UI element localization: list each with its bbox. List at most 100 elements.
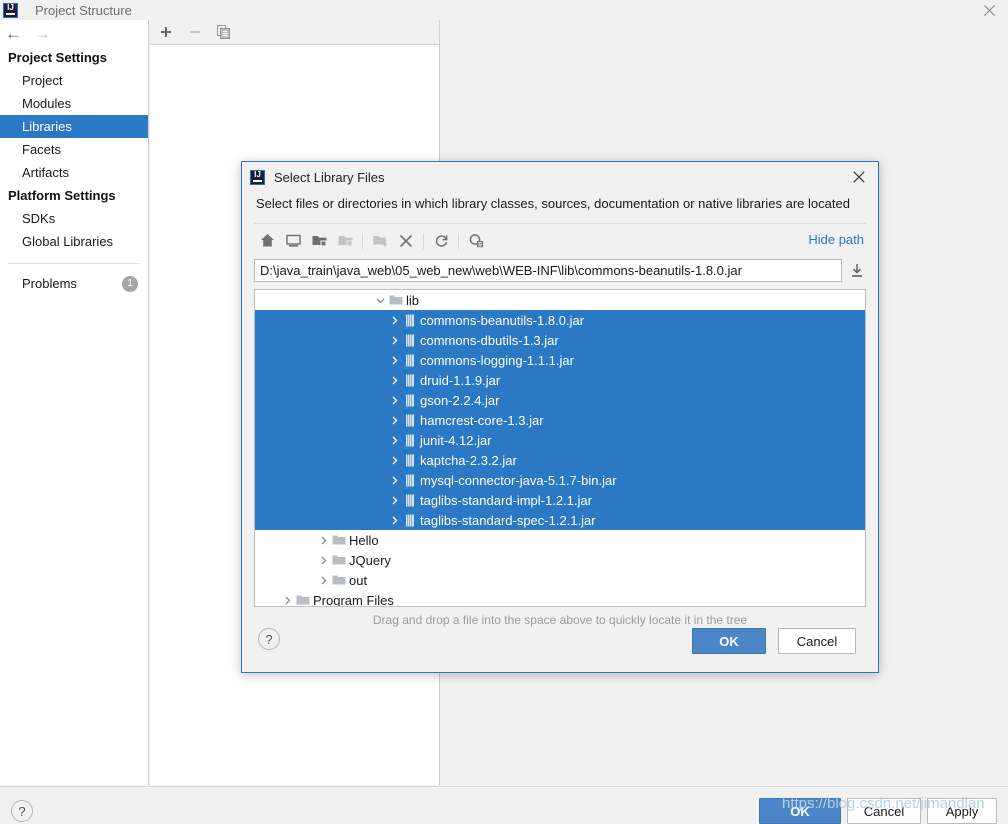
refresh-icon[interactable] (428, 230, 454, 252)
sidebar-item-sdks[interactable]: SDKs (0, 207, 148, 230)
show-hidden-files-icon[interactable] (463, 230, 489, 252)
tree-row-label: Hello (349, 532, 379, 548)
tree-row[interactable]: JQuery (255, 550, 865, 570)
tree-row[interactable]: taglibs-standard-impl-1.2.1.jar (255, 490, 865, 510)
chevron-right-icon[interactable] (281, 594, 294, 607)
arrow-right-icon[interactable]: → (34, 25, 51, 42)
toolbar-divider (362, 232, 363, 249)
download-icon[interactable] (848, 260, 866, 282)
sidebar-group-platform-settings: Platform Settings (8, 188, 116, 203)
intellij-idea-logo (3, 2, 18, 18)
sidebar-item-modules[interactable]: Modules (0, 92, 148, 115)
tree-row-label: taglibs-standard-impl-1.2.1.jar (420, 492, 592, 508)
chevron-right-icon[interactable] (388, 394, 401, 407)
chevron-right-icon[interactable] (317, 554, 330, 567)
arrow-left-icon[interactable]: ← (5, 25, 22, 42)
sidebar-item-global-libraries[interactable]: Global Libraries (0, 230, 148, 253)
tree-row-label: JQuery (349, 552, 391, 568)
plus-icon[interactable] (158, 24, 174, 40)
window-titlebar: Project Structure (0, 0, 1008, 20)
intellij-idea-logo (250, 169, 265, 185)
expand-folder-icon[interactable] (306, 230, 332, 252)
path-input[interactable] (254, 259, 842, 282)
tree-row-label: lib (406, 292, 420, 308)
close-icon[interactable] (976, 0, 1002, 20)
jar-icon (401, 493, 418, 507)
chevron-right-icon[interactable] (317, 574, 330, 587)
chevron-right-icon[interactable] (388, 354, 401, 367)
tree-row-label: hamcrest-core-1.3.jar (420, 412, 544, 428)
tree-row-label: kaptcha-2.3.2.jar (420, 452, 517, 468)
sidebar-item-libraries[interactable]: Libraries (0, 115, 148, 138)
new-folder-icon (367, 230, 393, 252)
chevron-right-icon[interactable] (388, 334, 401, 347)
cancel-button[interactable]: Cancel (847, 798, 921, 824)
copy-icon[interactable] (216, 24, 232, 40)
tree-row[interactable]: kaptcha-2.3.2.jar (255, 450, 865, 470)
question-mark-icon[interactable]: ? (258, 628, 280, 650)
project-structure-window: Project Structure ← → Project Settings P… (0, 0, 1008, 824)
tree-row-label: mysql-connector-java-5.1.7-bin.jar (420, 472, 617, 488)
chevron-right-icon[interactable] (388, 414, 401, 427)
apply-button[interactable]: Apply (927, 798, 997, 824)
sidebar-item-project[interactable]: Project (0, 69, 148, 92)
jar-icon (401, 333, 418, 347)
tree-row[interactable]: druid-1.1.9.jar (255, 370, 865, 390)
chevron-right-icon[interactable] (388, 494, 401, 507)
tree-row[interactable]: lib (255, 290, 865, 310)
folder-icon (387, 293, 404, 307)
chevron-right-icon[interactable] (317, 534, 330, 547)
tree-row-label: junit-4.12.jar (420, 432, 492, 448)
minus-icon[interactable] (187, 24, 203, 40)
collapse-folder-icon (332, 230, 358, 252)
select-library-files-dialog: Select Library Files Select files or dir… (241, 161, 879, 673)
dialog-titlebar: Select Library Files (242, 162, 878, 192)
file-tree[interactable]: lib commons-beanutils-1.8.0.jar commons-db… (254, 289, 866, 607)
tree-row[interactable]: commons-dbutils-1.3.jar (255, 330, 865, 350)
tree-row[interactable]: taglibs-standard-spec-1.2.1.jar (255, 510, 865, 530)
jar-icon (401, 473, 418, 487)
tree-row[interactable]: out (255, 570, 865, 590)
sidebar-group-project-settings: Project Settings (8, 50, 107, 65)
dialog-ok-button[interactable]: OK (692, 628, 766, 654)
sidebar-item-problems[interactable]: Problems 1 (0, 272, 148, 295)
tree-row[interactable]: junit-4.12.jar (255, 430, 865, 450)
tree-row[interactable]: gson-2.2.4.jar (255, 390, 865, 410)
tree-row-label: Program Files (313, 592, 394, 607)
jar-icon (401, 353, 418, 367)
sidebar-item-artifacts[interactable]: Artifacts (0, 161, 148, 184)
libraries-toolbar (150, 20, 439, 45)
desktop-icon[interactable] (280, 230, 306, 252)
close-icon[interactable] (850, 168, 868, 186)
window-title: Project Structure (35, 2, 132, 18)
tree-row-label: commons-logging-1.1.1.jar (420, 352, 574, 368)
chevron-right-icon[interactable] (388, 454, 401, 467)
chevron-right-icon[interactable] (388, 374, 401, 387)
folder-icon (294, 593, 311, 606)
hide-path-link[interactable]: Hide path (808, 232, 864, 247)
sidebar-item-facets[interactable]: Facets (0, 138, 148, 161)
question-mark-icon[interactable]: ? (11, 800, 33, 822)
tree-row[interactable]: hamcrest-core-1.3.jar (255, 410, 865, 430)
dialog-description: Select files or directories in which lib… (256, 196, 850, 211)
chevron-right-icon[interactable] (388, 514, 401, 527)
jar-icon (401, 393, 418, 407)
jar-icon (401, 453, 418, 467)
delete-icon[interactable] (393, 230, 419, 252)
tree-row[interactable]: commons-beanutils-1.8.0.jar (255, 310, 865, 330)
dialog-cancel-button[interactable]: Cancel (778, 628, 856, 654)
tree-row[interactable]: Hello (255, 530, 865, 550)
ok-button[interactable]: OK (759, 798, 841, 824)
chevron-right-icon[interactable] (388, 314, 401, 327)
sidebar-divider (8, 263, 140, 264)
jar-icon (401, 413, 418, 427)
chevron-right-icon[interactable] (388, 434, 401, 447)
chevron-right-icon[interactable] (388, 474, 401, 487)
tree-row[interactable]: mysql-connector-java-5.1.7-bin.jar (255, 470, 865, 490)
toolbar-divider (458, 232, 459, 249)
home-icon[interactable] (254, 230, 280, 252)
dialog-footer: ? OK Cancel (242, 616, 878, 672)
tree-row[interactable]: commons-logging-1.1.1.jar (255, 350, 865, 370)
tree-row[interactable]: Program Files (255, 590, 865, 607)
chevron-down-icon[interactable] (374, 294, 387, 307)
